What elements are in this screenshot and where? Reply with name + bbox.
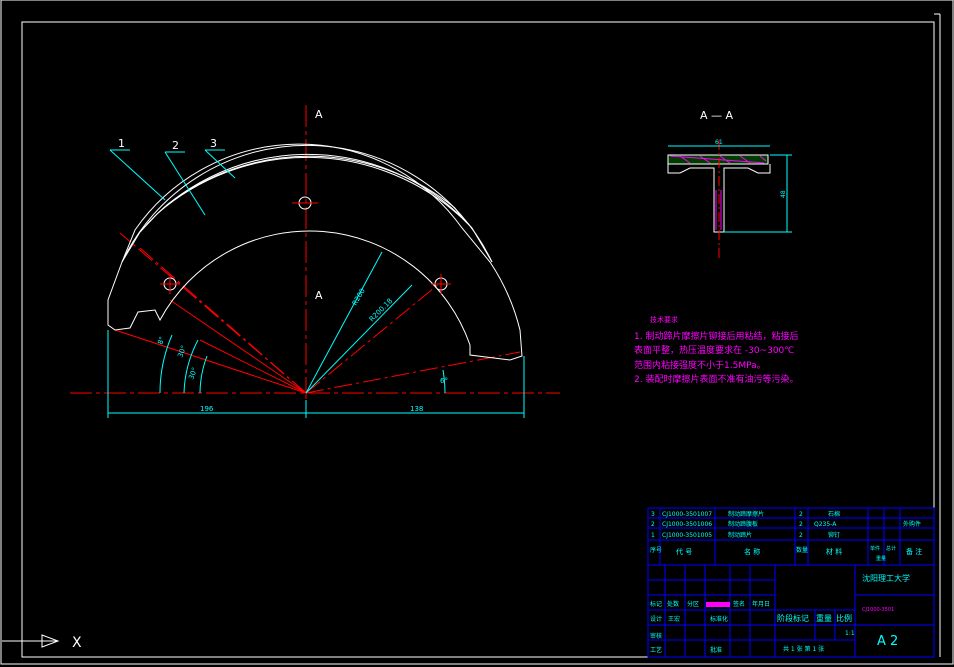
part-label-3: 3 [210,137,217,150]
tech-notes-heading: 技术要求 [650,315,678,324]
svg-text:比例: 比例 [836,613,852,623]
svg-text:A 2: A 2 [877,634,898,649]
svg-text:备 注: 备 注 [906,547,922,556]
shoe-web-outline [107,143,523,361]
svg-text:标准化: 标准化 [710,615,728,623]
lining-arc-1 [121,144,493,263]
svg-text:审核: 审核 [650,632,662,640]
tech-note-line-4: 2. 装配时摩擦片表面不准有油污等污染。 [634,373,798,385]
svg-text:阶段标记: 阶段标记 [777,613,809,623]
dim-angle-a: 8° [156,335,166,345]
tech-note-line-2: 表面平整，热压温度要求在 -30~300℃ [634,344,794,356]
cad-drawing: 1 2 3 A A R200 R200.18 8° 30° 30° 6° 196… [0,0,954,665]
svg-text:2: 2 [799,511,803,518]
svg-text:2: 2 [651,521,655,528]
svg-text:2: 2 [799,532,803,539]
svg-text:CJ1000-3501: CJ1000-3501 [862,607,894,613]
svg-text:王宏: 王宏 [668,615,680,623]
dim-angle-c: 30° [187,366,199,380]
outer-frame [0,0,954,665]
svg-text:1: 1 [651,532,655,539]
svg-text:序号: 序号 [650,546,662,554]
part-label-2: 2 [172,139,179,152]
svg-text:CJ1000-3501006: CJ1000-3501006 [662,521,712,528]
svg-text:CJ1000-3501005: CJ1000-3501005 [662,532,712,539]
brake-shoe-view: 1 2 3 A A R200 R200.18 8° 30° 30° 6° 196… [70,105,560,418]
svg-text:铆钉: 铆钉 [828,531,840,539]
svg-text:CJ1000-3501007: CJ1000-3501007 [662,511,712,518]
tech-note-line-1: 1. 制动蹄片摩擦片铆接后用粘结，粘接后 [634,330,798,342]
dim-right: 138 [410,405,423,413]
dim-angle-d: 6° [440,377,448,385]
tech-note-line-3: 范围内粘接强度不小于1.5MPa。 [634,359,766,371]
svg-text:名 称: 名 称 [744,547,760,556]
svg-text:沈阳理工大学: 沈阳理工大学 [862,573,910,583]
svg-text:石棉: 石棉 [828,510,840,518]
part-label-1: 1 [118,137,125,150]
svg-text:材 料: 材 料 [826,547,842,556]
dim-section-width: 61 [715,139,723,146]
svg-text:处数: 处数 [667,600,679,608]
section-mark-top: A [315,108,323,121]
svg-text:设计: 设计 [650,615,662,623]
dim-radius-inner: R200 [351,287,367,307]
section-title: A — A [700,109,734,122]
svg-text:年月日: 年月日 [752,600,770,608]
svg-text:总计: 总计 [886,545,896,552]
svg-text:重量: 重量 [816,613,832,623]
svg-text:制动蹄片: 制动蹄片 [728,531,752,539]
svg-text:共 1 张 第 1 张: 共 1 张 第 1 张 [783,645,824,653]
dim-left: 196 [200,405,214,413]
section-mark-bottom: A [315,289,323,302]
svg-text:外购件: 外购件 [903,520,921,528]
svg-text:批准: 批准 [710,646,722,654]
svg-text:3: 3 [651,511,655,518]
svg-text:1:1: 1:1 [845,630,855,637]
dim-radius-outer: R200.18 [368,297,394,323]
svg-text:标记: 标记 [650,600,662,608]
dim-section-height: 48 [780,190,787,198]
svg-text:单件: 单件 [870,545,880,552]
svg-text:Q235-A: Q235-A [814,521,837,528]
dim-angle-b: 30° [176,344,188,358]
section-view: A — A 61 48 [667,109,792,258]
svg-text:制动蹄腹板: 制动蹄腹板 [728,520,758,528]
lining-arc-3 [157,156,463,219]
title-block-text: 3 CJ1000-3501007 制动蹄摩擦片 2 石棉 2 CJ1000-35… [650,510,922,654]
ucs-axis-icon: X [2,634,82,651]
svg-text:分区: 分区 [687,600,699,608]
svg-text:代 号: 代 号 [676,547,692,556]
axis-x-label: X [72,635,82,651]
svg-text:制动蹄摩擦片: 制动蹄摩擦片 [728,510,764,518]
svg-text:2: 2 [799,521,803,528]
svg-text:重量: 重量 [876,555,886,562]
technical-notes: 技术要求 1. 制动蹄片摩擦片铆接后用粘结，粘接后 表面平整，热压温度要求在 -… [634,315,798,385]
svg-text:工艺: 工艺 [650,646,662,654]
svg-text:数量: 数量 [796,546,808,554]
lining-arc-4 [167,155,456,209]
svg-text:签名: 签名 [733,600,745,608]
